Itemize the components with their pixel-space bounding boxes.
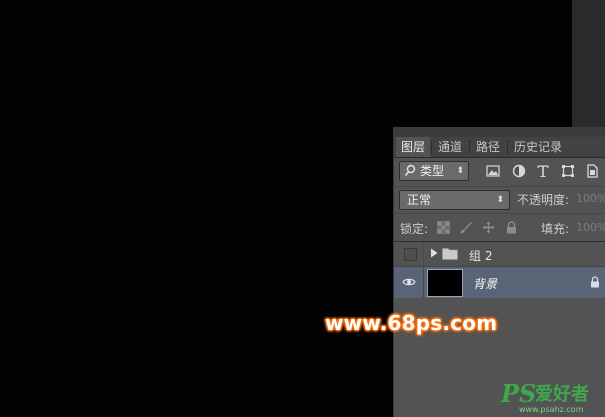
tab-paths[interactable]: 路径: [471, 137, 505, 157]
layer-row-background[interactable]: 背景: [394, 267, 605, 298]
type-filter-icon[interactable]: [536, 164, 550, 178]
shape-filter-icon[interactable]: [561, 164, 575, 178]
svg-text:PS: PS: [500, 379, 536, 408]
lock-all-icon[interactable]: [505, 221, 518, 234]
fill-input[interactable]: 100%: [576, 221, 605, 234]
lock-icon: [591, 276, 599, 288]
fill-label: 填充:: [541, 222, 570, 236]
blend-opacity-row: 正常 ⬍ 不透明度: 100%: [394, 186, 605, 213]
tab-history[interactable]: 历史记录: [509, 137, 567, 157]
opacity-input[interactable]: 100%: [576, 192, 605, 205]
search-icon: [404, 164, 416, 177]
row-divider: [423, 242, 424, 266]
eye-icon[interactable]: [402, 276, 416, 288]
filter-kind-label: 类型: [420, 164, 445, 178]
layer-thumbnail[interactable]: [427, 269, 463, 297]
layer-list: 组 2 背景: [394, 241, 605, 298]
folder-icon: [442, 248, 458, 260]
blend-mode-select[interactable]: 正常 ⬍: [399, 190, 510, 210]
tab-separator: [507, 140, 508, 154]
tab-separator: [469, 140, 470, 154]
filter-kind-select[interactable]: 类型 ⬍: [399, 161, 469, 181]
tab-separator: [431, 140, 432, 154]
layers-panel: 图层 通道 路径 历史记录 类型 ⬍ 正常 ⬍ 不透明度: 100% 锁定: 填…: [393, 127, 605, 417]
updown-arrows-icon: ⬍: [456, 166, 464, 176]
canvas-scroll-area: [572, 0, 605, 127]
lock-label: 锁定:: [400, 222, 429, 236]
opacity-label: 不透明度:: [517, 193, 570, 207]
layer-filter-row: 类型 ⬍: [394, 158, 605, 185]
panel-title-bar[interactable]: [394, 127, 605, 137]
panel-tabs: 图层 通道 路径 历史记录: [394, 137, 605, 158]
blend-mode-label: 正常: [407, 193, 432, 207]
visibility-toggle[interactable]: [404, 248, 417, 261]
image-filter-icon[interactable]: [486, 164, 500, 178]
expand-triangle-icon[interactable]: [430, 248, 438, 258]
layer-name-background: 背景: [473, 277, 498, 291]
layer-row-group[interactable]: 组 2: [394, 242, 605, 267]
watermark-url: www.68ps.com: [325, 311, 498, 335]
layer-name-group: 组 2: [469, 249, 493, 263]
psahz-logo: PS 爱好者 www.psahz.com: [500, 379, 589, 414]
row-divider: [423, 267, 424, 298]
lock-pixels-brush-icon[interactable]: [459, 221, 472, 234]
lock-fill-row: 锁定: 填充: 100%: [394, 213, 605, 241]
smart-object-filter-icon[interactable]: [585, 164, 599, 178]
adjustment-filter-icon[interactable]: [512, 164, 526, 178]
svg-text:www.psahz.com: www.psahz.com: [519, 405, 584, 414]
tab-layers[interactable]: 图层: [396, 137, 430, 157]
updown-arrows-icon: ⬍: [496, 195, 504, 205]
svg-text:爱好者: 爱好者: [535, 383, 589, 405]
tab-channels[interactable]: 通道: [433, 137, 467, 157]
lock-position-move-icon[interactable]: [482, 221, 495, 234]
lock-transparency-icon[interactable]: [437, 221, 450, 234]
